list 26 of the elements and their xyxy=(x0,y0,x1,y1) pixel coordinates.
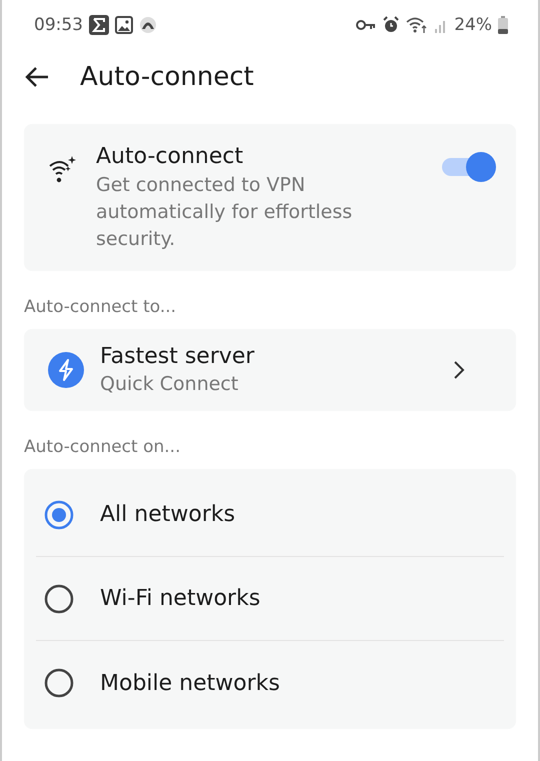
option-label: Mobile networks xyxy=(100,670,280,696)
chevron-right-icon xyxy=(452,360,466,380)
alarm-icon xyxy=(382,16,400,34)
key-icon xyxy=(356,19,376,31)
server-option[interactable]: Fastest server Quick Connect xyxy=(24,329,516,411)
section-label: Auto-connect on... xyxy=(23,436,182,459)
setting-title: Auto-connect xyxy=(96,143,244,171)
setting-description: Get connected to VPN automatically for effortless security. xyxy=(96,173,354,252)
image-icon xyxy=(115,16,133,34)
radio-button[interactable] xyxy=(44,500,74,530)
battery-percent: 24% xyxy=(454,15,492,35)
sigma-app-icon xyxy=(89,15,109,35)
page-title: Auto-connect xyxy=(80,62,254,92)
clock: 09:53 xyxy=(34,15,83,35)
option-label: Wi-Fi networks xyxy=(100,586,260,611)
battery-icon xyxy=(498,16,508,34)
wifi-icon xyxy=(406,16,428,34)
wifi-sparkle-icon xyxy=(48,154,78,184)
section-label: Auto-connect to... xyxy=(23,296,178,319)
toggle-switch[interactable] xyxy=(442,152,494,180)
lightning-icon xyxy=(48,352,84,388)
back-button[interactable] xyxy=(24,66,50,88)
radio-button[interactable] xyxy=(44,584,74,614)
radio-button[interactable] xyxy=(44,668,74,698)
option-label: All networks xyxy=(100,502,236,527)
app-icon xyxy=(139,16,157,34)
